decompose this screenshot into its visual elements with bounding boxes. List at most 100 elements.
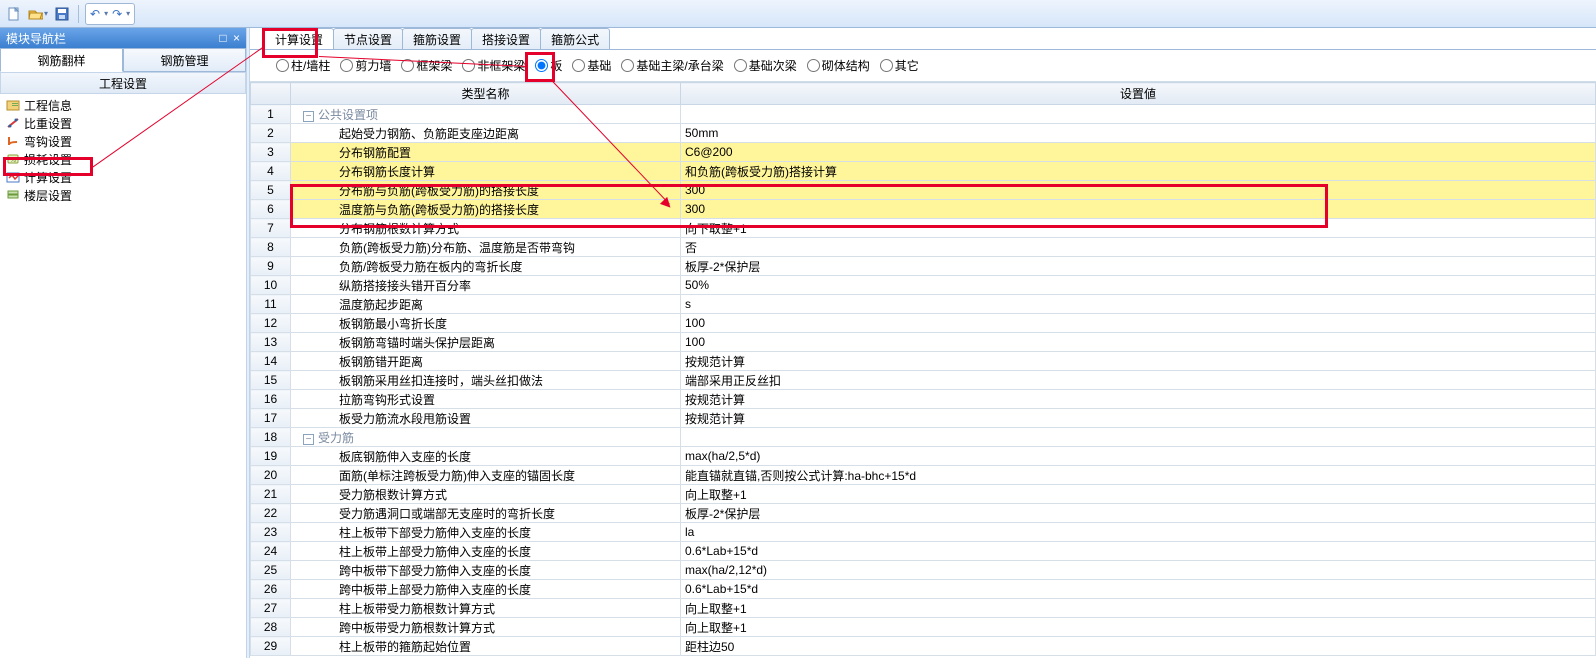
setting-value-cell[interactable]: 按规范计算 — [681, 352, 1596, 371]
type-name-cell[interactable]: 板底钢筋伸入支座的长度 — [291, 447, 681, 466]
type-name-cell[interactable]: 柱上板带下部受力筋伸入支座的长度 — [291, 523, 681, 542]
type-name-cell[interactable]: 温度筋与负筋(跨板受力筋)的搭接长度 — [291, 200, 681, 219]
setting-value-cell[interactable]: 100 — [681, 314, 1596, 333]
page-tab[interactable]: 箍筋设置 — [402, 28, 472, 49]
radio-item[interactable]: 基础 — [572, 57, 611, 74]
col-header-setting-value[interactable]: 设置値 — [681, 83, 1596, 105]
table-row[interactable]: 29柱上板带的箍筋起始位置距柱边50 — [251, 637, 1596, 656]
tree-item[interactable]: 楼层设置 — [2, 186, 244, 204]
tree-item[interactable]: 弯钩设置 — [2, 132, 244, 150]
type-name-cell[interactable]: 柱上板带受力筋根数计算方式 — [291, 599, 681, 618]
setting-value-cell[interactable]: 按规范计算 — [681, 409, 1596, 428]
setting-value-cell[interactable]: 0.6*Lab+15*d — [681, 580, 1596, 599]
table-row[interactable]: 11温度筋起步距离s — [251, 295, 1596, 314]
setting-value-cell[interactable]: C6@200 — [681, 143, 1596, 162]
setting-value-cell[interactable]: 板厚-2*保护层 — [681, 257, 1596, 276]
setting-value-cell[interactable]: 50mm — [681, 124, 1596, 143]
undo-button[interactable]: ↶ — [90, 7, 100, 21]
type-name-cell[interactable]: 板钢筋最小弯折长度 — [291, 314, 681, 333]
table-row[interactable]: 6温度筋与负筋(跨板受力筋)的搭接长度300 — [251, 200, 1596, 219]
setting-value-cell[interactable]: 向上取整+1 — [681, 599, 1596, 618]
type-name-cell[interactable]: 拉筋弯钩形式设置 — [291, 390, 681, 409]
setting-value-cell[interactable]: 端部采用正反丝扣 — [681, 371, 1596, 390]
table-row[interactable]: 14板钢筋错开距离按规范计算 — [251, 352, 1596, 371]
new-file-button[interactable] — [4, 4, 24, 24]
table-row[interactable]: 5分布筋与负筋(跨板受力筋)的搭接长度300 — [251, 181, 1596, 200]
type-name-cell[interactable]: −公共设置项 — [291, 105, 681, 124]
type-name-cell[interactable]: 板受力筋流水段甩筋设置 — [291, 409, 681, 428]
type-name-cell[interactable]: 温度筋起步距离 — [291, 295, 681, 314]
setting-value-cell[interactable]: 和负筋(跨板受力筋)搭接计算 — [681, 162, 1596, 181]
table-row[interactable]: 19板底钢筋伸入支座的长度max(ha/2,5*d) — [251, 447, 1596, 466]
table-row[interactable]: 27柱上板带受力筋根数计算方式向上取整+1 — [251, 599, 1596, 618]
radio-item[interactable]: 其它 — [880, 57, 919, 74]
radio-input[interactable] — [807, 59, 820, 72]
type-name-cell[interactable]: 跨中板带上部受力筋伸入支座的长度 — [291, 580, 681, 599]
setting-value-cell[interactable] — [681, 428, 1596, 447]
page-tab[interactable]: 计算设置 — [264, 28, 334, 49]
setting-value-cell[interactable]: 300 — [681, 181, 1596, 200]
page-tab[interactable]: 节点设置 — [333, 28, 403, 49]
radio-input[interactable] — [276, 59, 289, 72]
type-name-cell[interactable]: 面筋(单标注跨板受力筋)伸入支座的锚固长度 — [291, 466, 681, 485]
type-name-cell[interactable]: 分布钢筋长度计算 — [291, 162, 681, 181]
radio-input[interactable] — [621, 59, 634, 72]
col-header-type-name[interactable]: 类型名称 — [291, 83, 681, 105]
type-name-cell[interactable]: 板钢筋采用丝扣连接时，端头丝扣做法 — [291, 371, 681, 390]
table-row[interactable]: 12板钢筋最小弯折长度100 — [251, 314, 1596, 333]
radio-input[interactable] — [572, 59, 585, 72]
type-name-cell[interactable]: 分布钢筋根数计算方式 — [291, 219, 681, 238]
type-name-cell[interactable]: 板钢筋弯锚时端头保护层距离 — [291, 333, 681, 352]
radio-item[interactable]: 柱/墙柱 — [276, 57, 330, 74]
type-name-cell[interactable]: 跨中板带受力筋根数计算方式 — [291, 618, 681, 637]
page-tab[interactable]: 搭接设置 — [471, 28, 541, 49]
open-file-button[interactable]: ▾ — [28, 4, 48, 24]
radio-item[interactable]: 砌体结构 — [807, 57, 870, 74]
radio-item[interactable]: 基础次梁 — [734, 57, 797, 74]
radio-input[interactable] — [535, 59, 548, 72]
type-name-cell[interactable]: 纵筋搭接接头错开百分率 — [291, 276, 681, 295]
tree-item[interactable]: 比重设置 — [2, 114, 244, 132]
table-row[interactable]: 7分布钢筋根数计算方式向下取整+1 — [251, 219, 1596, 238]
table-row[interactable]: 16拉筋弯钩形式设置按规范计算 — [251, 390, 1596, 409]
table-row[interactable]: 9负筋/跨板受力筋在板内的弯折长度板厚-2*保护层 — [251, 257, 1596, 276]
type-name-cell[interactable]: 柱上板带上部受力筋伸入支座的长度 — [291, 542, 681, 561]
setting-value-cell[interactable]: la — [681, 523, 1596, 542]
table-row[interactable]: 1−公共设置项 — [251, 105, 1596, 124]
page-tab[interactable]: 箍筋公式 — [540, 28, 610, 49]
table-row[interactable]: 24柱上板带上部受力筋伸入支座的长度0.6*Lab+15*d — [251, 542, 1596, 561]
table-row[interactable]: 20面筋(单标注跨板受力筋)伸入支座的锚固长度能直锚就直锚,否则按公式计算:ha… — [251, 466, 1596, 485]
table-row[interactable]: 15板钢筋采用丝扣连接时，端头丝扣做法端部采用正反丝扣 — [251, 371, 1596, 390]
tab-rebar-management[interactable]: 钢筋管理 — [123, 48, 246, 72]
settings-grid-wrap[interactable]: 类型名称 设置値 1−公共设置项2起始受力钢筋、负筋距支座边距离50mm3分布钢… — [250, 82, 1596, 658]
table-row[interactable]: 17板受力筋流水段甩筋设置按规范计算 — [251, 409, 1596, 428]
table-row[interactable]: 28跨中板带受力筋根数计算方式向上取整+1 — [251, 618, 1596, 637]
setting-value-cell[interactable]: 100 — [681, 333, 1596, 352]
radio-input[interactable] — [340, 59, 353, 72]
pin-button[interactable]: □ — [219, 31, 226, 45]
table-row[interactable]: 10纵筋搭接接头错开百分率50% — [251, 276, 1596, 295]
radio-item[interactable]: 板 — [535, 57, 562, 74]
setting-value-cell[interactable]: s — [681, 295, 1596, 314]
type-name-cell[interactable]: 板钢筋错开距离 — [291, 352, 681, 371]
collapse-icon[interactable]: − — [303, 111, 314, 122]
setting-value-cell[interactable] — [681, 105, 1596, 124]
setting-value-cell[interactable]: 0.6*Lab+15*d — [681, 542, 1596, 561]
radio-input[interactable] — [734, 59, 747, 72]
type-name-cell[interactable]: 受力筋根数计算方式 — [291, 485, 681, 504]
setting-value-cell[interactable]: 300 — [681, 200, 1596, 219]
setting-value-cell[interactable]: max(ha/2,5*d) — [681, 447, 1596, 466]
table-row[interactable]: 22受力筋遇洞口或端部无支座时的弯折长度板厚-2*保护层 — [251, 504, 1596, 523]
collapse-icon[interactable]: − — [303, 434, 314, 445]
type-name-cell[interactable]: 受力筋遇洞口或端部无支座时的弯折长度 — [291, 504, 681, 523]
type-name-cell[interactable]: 分布钢筋配置 — [291, 143, 681, 162]
tab-rebar-detailing[interactable]: 钢筋翻样 — [0, 48, 123, 72]
table-row[interactable]: 25跨中板带下部受力筋伸入支座的长度max(ha/2,12*d) — [251, 561, 1596, 580]
type-name-cell[interactable]: 负筋(跨板受力筋)分布筋、温度筋是否带弯钩 — [291, 238, 681, 257]
type-name-cell[interactable]: 柱上板带的箍筋起始位置 — [291, 637, 681, 656]
table-row[interactable]: 4分布钢筋长度计算和负筋(跨板受力筋)搭接计算 — [251, 162, 1596, 181]
table-row[interactable]: 23柱上板带下部受力筋伸入支座的长度la — [251, 523, 1596, 542]
type-name-cell[interactable]: 跨中板带下部受力筋伸入支座的长度 — [291, 561, 681, 580]
redo-dropdown[interactable]: ▾ — [126, 9, 130, 18]
table-row[interactable]: 21受力筋根数计算方式向上取整+1 — [251, 485, 1596, 504]
